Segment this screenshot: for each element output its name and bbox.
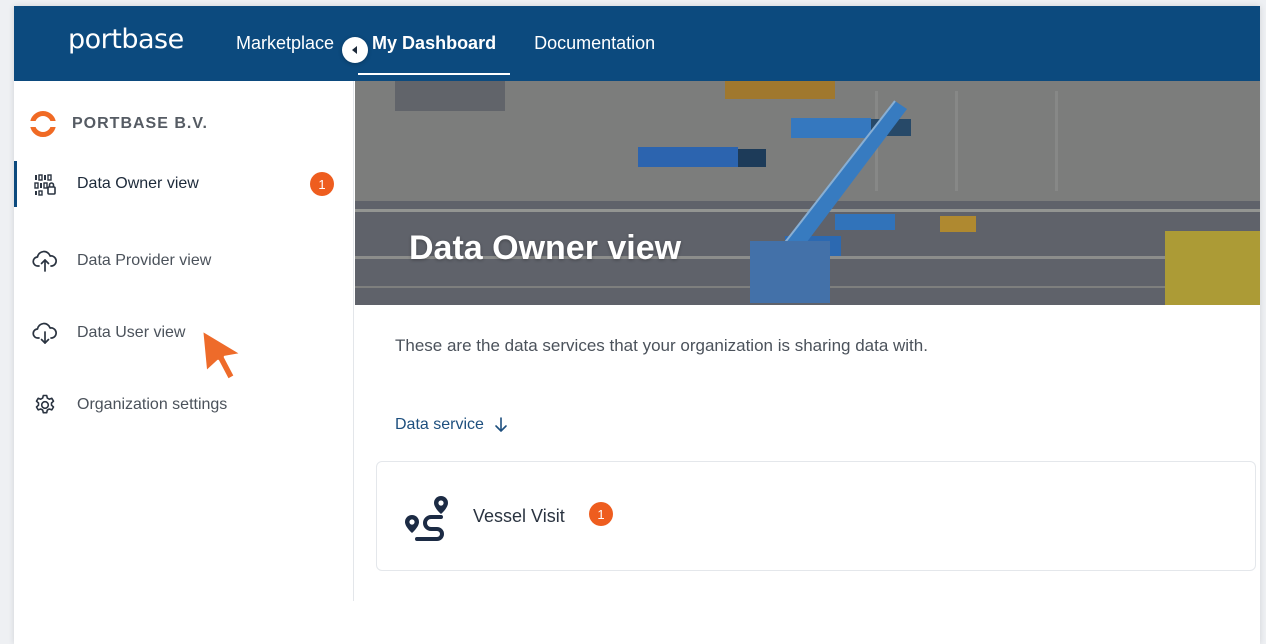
nav-marketplace[interactable]: Marketplace <box>222 6 348 81</box>
gear-icon <box>32 392 58 418</box>
nav-my-dashboard-label: My Dashboard <box>372 33 497 53</box>
chevron-left-icon <box>352 46 357 54</box>
hero-title: Data Owner view <box>409 229 682 267</box>
sidebar-item-label: Organization settings <box>77 396 228 413</box>
cloud-upload-icon <box>32 248 58 274</box>
nav-marketplace-label: Marketplace <box>236 33 335 53</box>
data-owner-icon <box>32 171 58 197</box>
sidebar-item-data-owner-view[interactable]: Data Owner view 1 <box>14 161 354 207</box>
org-logo-icon <box>29 111 57 137</box>
sidebar-item-label: Data Owner view <box>77 175 199 192</box>
mouse-cursor-icon <box>200 328 244 382</box>
sidebar-item-data-user-view[interactable]: Data User view <box>14 310 354 356</box>
org-header: PORTBASE B.V. <box>29 111 208 137</box>
sort-label: Data service <box>395 416 484 433</box>
notification-badge: 1 <box>589 502 613 526</box>
route-icon <box>405 496 448 541</box>
intro-text: These are the data services that your or… <box>395 336 928 355</box>
sidebar-collapse-button[interactable] <box>342 37 368 63</box>
service-card-vessel-visit[interactable]: Vessel Visit 1 <box>376 461 1256 571</box>
nav-items: Marketplace My Dashboard Documentation <box>222 6 679 81</box>
sort-data-service-button[interactable]: Data service <box>395 416 508 434</box>
port-aerial-image <box>355 81 1260 305</box>
sidebar-item-organization-settings[interactable]: Organization settings <box>14 382 354 428</box>
org-name: PORTBASE B.V. <box>72 115 208 132</box>
nav-documentation-label: Documentation <box>534 33 656 53</box>
portbase-logo[interactable]: portbase <box>68 24 184 55</box>
logo-text: portbase <box>68 24 184 55</box>
service-name: Vessel Visit <box>473 506 565 526</box>
sidebar-item-data-provider-view[interactable]: Data Provider view <box>14 238 354 284</box>
sidebar-item-label: Data User view <box>77 324 186 341</box>
sidebar-item-label: Data Provider view <box>77 252 212 269</box>
notification-badge: 1 <box>310 172 334 196</box>
top-nav: portbase Marketplace My Dashboard Docume… <box>14 6 1260 81</box>
nav-documentation[interactable]: Documentation <box>520 6 669 81</box>
sidebar: PORTBASE B.V. Data Owner view 1 Data Pro… <box>14 81 354 601</box>
hero-banner: Data Owner view <box>355 81 1260 305</box>
nav-my-dashboard[interactable]: My Dashboard <box>358 6 511 81</box>
arrow-down-icon <box>495 417 507 432</box>
cloud-download-icon <box>32 320 58 346</box>
